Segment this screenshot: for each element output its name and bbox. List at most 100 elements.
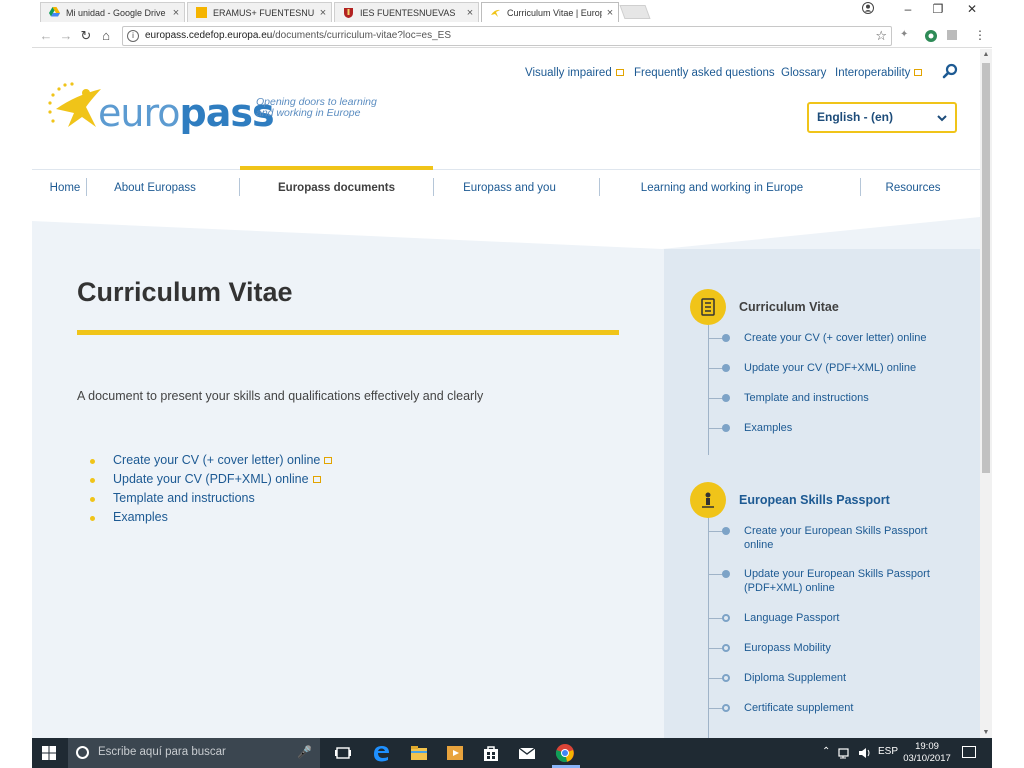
nav-separator (860, 178, 861, 196)
new-tab-button[interactable] (619, 5, 651, 19)
sidebar-link-create-esp[interactable]: Create your European Skills Passport onl… (744, 525, 944, 552)
sidebar-link-language-passport[interactable]: Language Passport (744, 612, 839, 626)
close-window-button[interactable]: ✕ (962, 2, 982, 16)
web-page: europass Opening doors to learning and w… (32, 49, 980, 738)
title-underline (77, 330, 619, 335)
list-item-template[interactable]: Template and instructions (90, 489, 332, 508)
site-info-icon[interactable]: i (127, 30, 139, 42)
page-description: A document to present your skills and qu… (77, 389, 484, 403)
sidebar-link-update-cv[interactable]: Update your CV (PDF+XML) online (744, 362, 916, 376)
close-icon[interactable]: × (602, 7, 618, 19)
sidebar-link-template[interactable]: Template and instructions (744, 392, 869, 406)
close-icon[interactable]: × (315, 7, 331, 19)
link-label: Template and instructions (113, 491, 255, 505)
browser-toolbar: ← → ↻ ⌂ i europass.cedefop.europa.eu/doc… (32, 24, 992, 48)
page-title: Curriculum Vitae (77, 277, 293, 307)
volume-icon[interactable] (858, 746, 872, 760)
extension-green-icon[interactable] (924, 29, 938, 46)
link-glossary[interactable]: Glossary (781, 67, 826, 79)
link-visually-impaired[interactable]: Visually impaired (525, 67, 624, 79)
external-link-icon (312, 476, 321, 483)
forward-button[interactable]: → (58, 28, 74, 44)
task-view-icon[interactable] (332, 742, 354, 764)
link-faq[interactable]: Frequently asked questions (634, 67, 775, 79)
europass-logo[interactable]: europass (46, 81, 275, 141)
bullet-ring (722, 674, 730, 682)
vertical-scrollbar[interactable]: ▲ ▼ (980, 49, 992, 738)
left-margin (0, 0, 32, 768)
right-margin (992, 0, 1024, 768)
sidebar-link-create-cv[interactable]: Create your CV (+ cover letter) online (744, 332, 927, 346)
browser-menu-icon[interactable]: ⋮ (974, 28, 986, 42)
nav-europass-and-you[interactable]: Europass and you (442, 170, 577, 206)
clock[interactable]: 19:09 03/10/2017 (902, 741, 952, 765)
link-interoperability[interactable]: Interoperability (835, 67, 923, 79)
cv-links-list: Create your CV (+ cover letter) online U… (90, 451, 333, 527)
nav-home[interactable]: Home (42, 170, 88, 206)
logo-wordmark: europass (98, 91, 275, 135)
network-icon[interactable] (838, 746, 852, 760)
microphone-icon[interactable]: 🎤 (297, 745, 312, 759)
list-item-update-cv[interactable]: Update your CV (PDF+XML) online (90, 470, 332, 489)
sidebar-link-update-esp[interactable]: Update your European Skills Passport (PD… (744, 568, 944, 595)
list-item-examples[interactable]: Examples (90, 508, 332, 527)
list-item-create-cv[interactable]: Create your CV (+ cover letter) online (90, 451, 333, 470)
extension-icon[interactable]: ✦ (900, 29, 908, 40)
bullet-ring (722, 704, 730, 712)
scroll-down-icon[interactable]: ▼ (980, 729, 992, 736)
windows-start-icon[interactable] (42, 746, 56, 760)
store-icon[interactable] (480, 742, 502, 764)
close-icon[interactable]: × (462, 7, 478, 19)
search-icon[interactable] (942, 63, 958, 79)
back-button[interactable]: ← (38, 28, 54, 44)
sidebar-cv-title[interactable]: Curriculum Vitae (739, 300, 839, 314)
sidebar-link-diploma-supplement[interactable]: Diploma Supplement (744, 672, 846, 686)
input-language[interactable]: ESP (878, 746, 898, 757)
sidebar-link-mobility[interactable]: Europass Mobility (744, 642, 831, 656)
cv-document-icon (690, 289, 726, 325)
scrollbar-thumb[interactable] (982, 63, 990, 473)
edge-browser-icon[interactable] (370, 742, 392, 764)
nav-resources[interactable]: Resources (877, 170, 949, 206)
sidebar-link-certificate-supplement[interactable]: Certificate supplement (744, 702, 853, 716)
language-select[interactable]: English - (en) (807, 102, 957, 133)
language-value: English - (en) (817, 110, 893, 124)
extension-gray-icon[interactable] (946, 29, 958, 44)
nav-about-europass[interactable]: About Europass (98, 170, 212, 206)
media-player-icon[interactable] (444, 742, 466, 764)
taskbar-search-box[interactable]: Escribe aquí para buscar 🎤 (68, 738, 320, 768)
scroll-up-icon[interactable]: ▲ (980, 51, 992, 58)
tab-erasmus[interactable]: ERAMUS+ FUENTESNUEVAS × (187, 2, 332, 22)
clock-date: 03/10/2017 (903, 753, 951, 764)
minimize-button[interactable]: – (898, 2, 918, 16)
tab-curriculum-vitae[interactable]: Curriculum Vitae | Europass × (481, 2, 619, 22)
home-button[interactable]: ⌂ (98, 28, 114, 44)
tagline-line-2: and working in Europe (256, 107, 361, 119)
browser-window: Mi unidad - Google Drive × ERAMUS+ FUENT… (32, 0, 992, 738)
screen: Mi unidad - Google Drive × ERAMUS+ FUENT… (0, 0, 1024, 768)
sidebar-esp-title[interactable]: European Skills Passport (739, 493, 890, 507)
tab-google-drive[interactable]: Mi unidad - Google Drive × (40, 2, 185, 22)
sidebar-link-examples[interactable]: Examples (744, 422, 792, 436)
bookmark-star-icon[interactable]: ☆ (875, 27, 887, 45)
chevron-down-icon (937, 115, 947, 122)
tab-ies-fuentesnuevas[interactable]: IES FUENTESNUEVAS × (334, 2, 479, 22)
show-hidden-icons[interactable]: ⌃ (822, 746, 830, 757)
file-explorer-icon[interactable] (408, 742, 430, 764)
link-label: Visually impaired (525, 67, 612, 79)
address-bar[interactable]: i europass.cedefop.europa.eu/documents/c… (122, 26, 892, 46)
school-crest-icon (343, 7, 354, 18)
restore-button[interactable]: ❐ (928, 2, 948, 16)
nav-europass-documents[interactable]: Europass documents (240, 166, 433, 206)
mail-icon[interactable] (516, 742, 538, 764)
reload-button[interactable]: ↻ (78, 28, 94, 44)
profile-icon[interactable] (858, 2, 878, 17)
chrome-icon[interactable] (554, 742, 576, 764)
tab-label: Mi unidad - Google Drive (66, 7, 166, 18)
external-link-icon (324, 457, 333, 464)
nav-learning-and-working[interactable]: Learning and working in Europe (622, 170, 822, 206)
close-icon[interactable]: × (168, 7, 184, 19)
bullet-dot (722, 527, 730, 535)
bullet-dot (722, 424, 730, 432)
action-center-icon[interactable] (962, 746, 976, 758)
